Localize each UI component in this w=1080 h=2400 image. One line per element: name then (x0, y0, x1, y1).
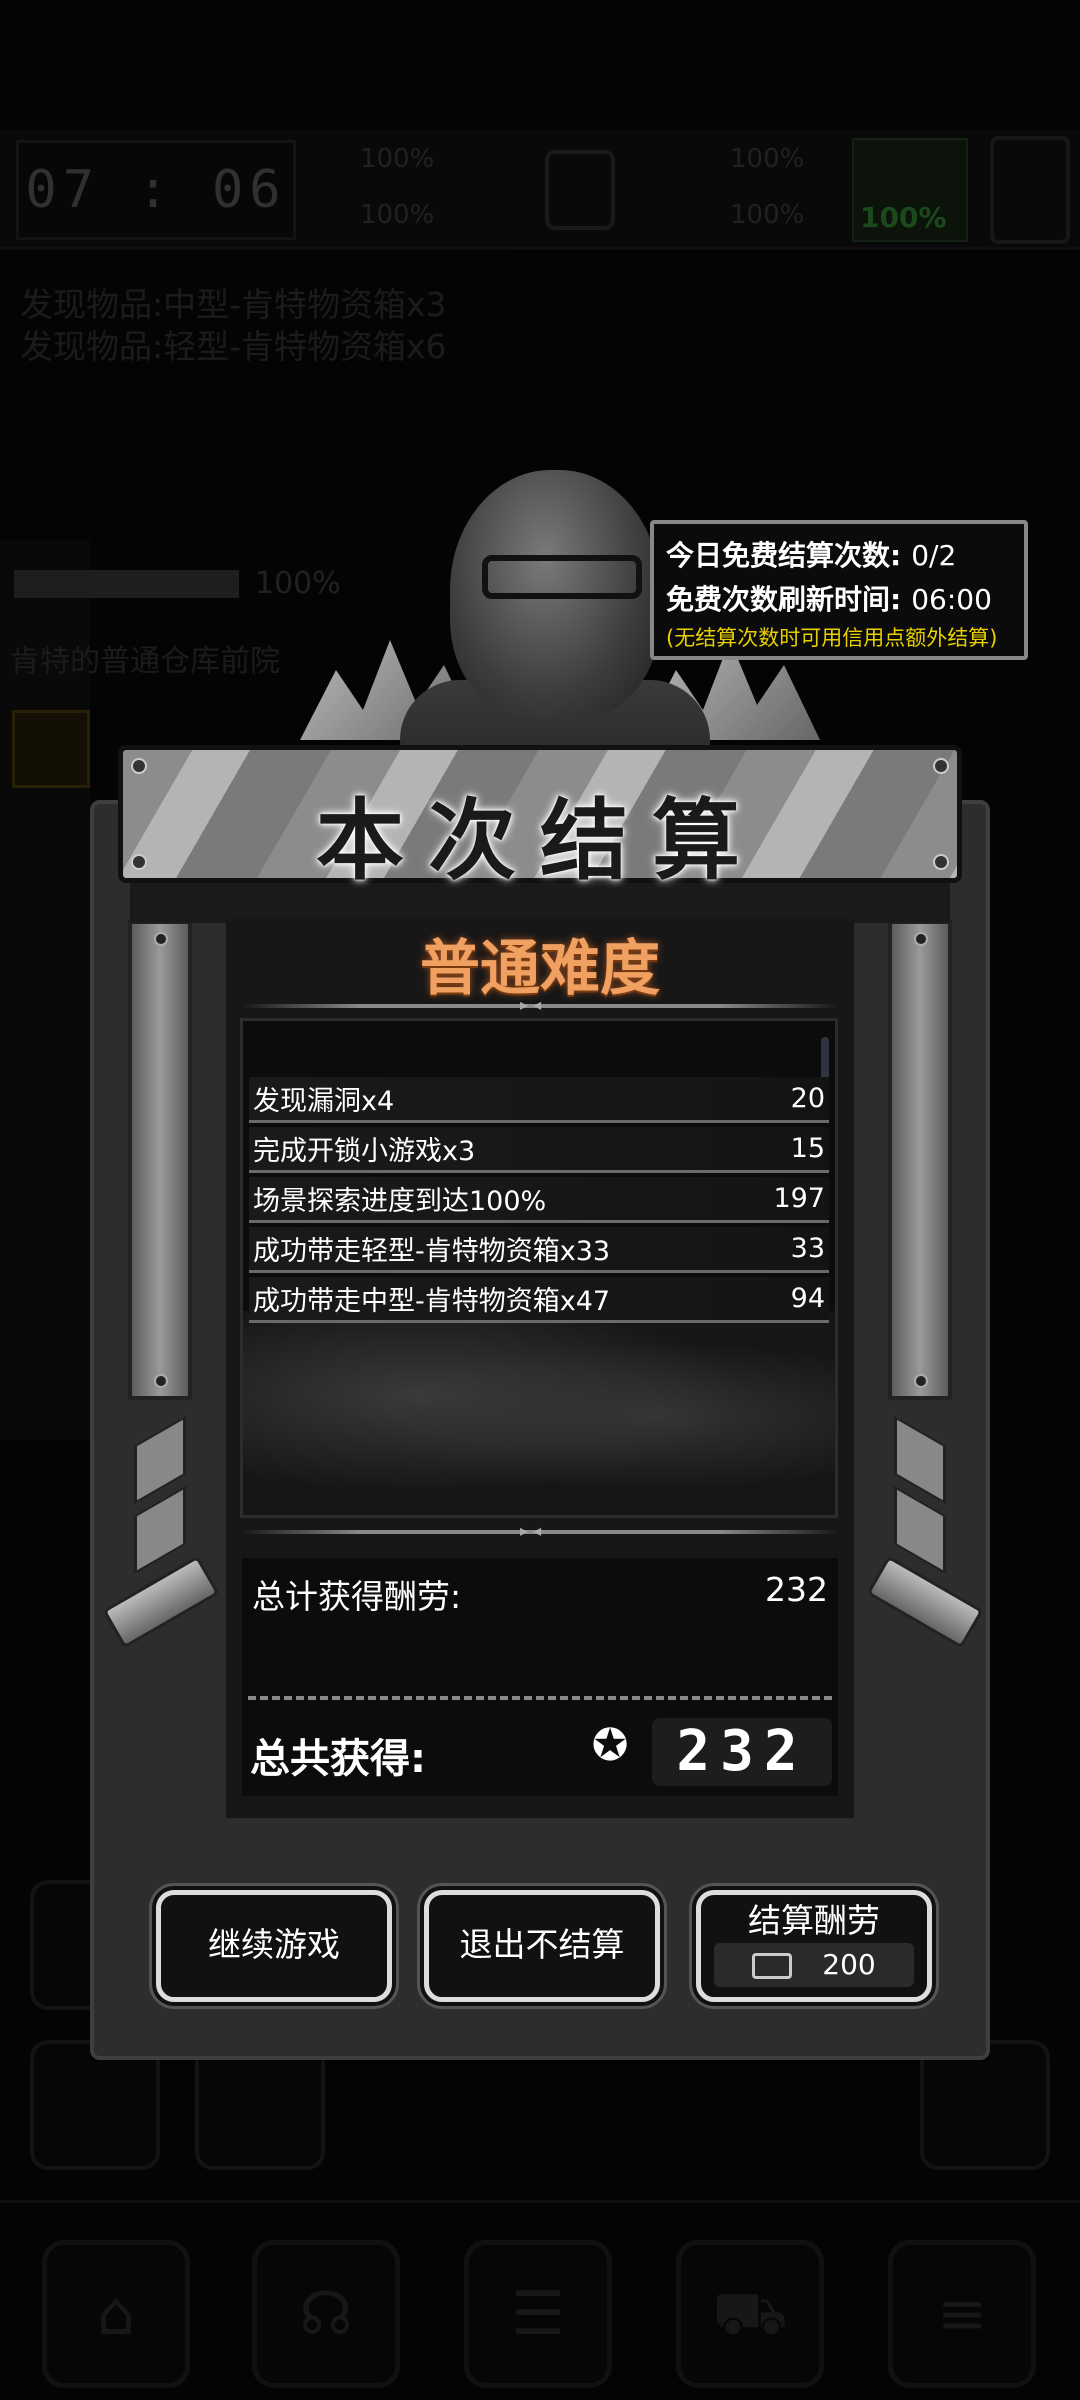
difficulty-label: 普通难度 (420, 934, 660, 1004)
refresh-label: 免费次数刷新时间: (666, 583, 902, 616)
reward-label: 完成开锁小游戏x3 (253, 1136, 476, 1167)
k-emblem-icon: ✪ (591, 1720, 629, 1771)
screw-icon (914, 1374, 928, 1388)
sneak-icon[interactable] (12, 710, 90, 788)
reward-value: 15 (790, 1133, 825, 1164)
total-label: 总计获得酬劳: (252, 1577, 462, 1616)
reward-value: 94 (790, 1283, 825, 1314)
list-item: 成功带走轻型-肯特物资箱x33 33 (249, 1227, 829, 1273)
divider-bottom: ▸ ◂ (242, 1521, 838, 1540)
dashed-divider (248, 1696, 832, 1700)
credit-note: (无结算次数时可用信用点额外结算) (666, 626, 998, 650)
found-item-1: 发现物品:中型-肯特物资箱x3 (20, 285, 447, 324)
total-box: 总计获得酬劳: 232 总共获得: ✪ 232 (242, 1558, 838, 1796)
explore-progress-text: 100% (255, 566, 341, 601)
free-settle-label: 今日免费结算次数: (666, 539, 902, 572)
stat-4: 100% (730, 200, 805, 230)
screw-icon (914, 932, 928, 946)
health-indicator: 100% (852, 138, 968, 242)
settle-reward-button[interactable]: 结算酬劳 200 (696, 1890, 932, 2002)
settle-cost-value: 200 (822, 1948, 876, 1981)
lock-icon (545, 150, 615, 230)
list-menu-icon[interactable]: ≡ (888, 2240, 1036, 2388)
top-status-bar: 07 : 06 100% 100% 100% 100% 100% (0, 130, 1080, 250)
cart-icon[interactable]: ⛟ (676, 2240, 824, 2388)
reward-label: 发现漏洞x4 (253, 1086, 395, 1117)
free-settle-info: 今日免费结算次数: 0/2 免费次数刷新时间: 06:00 (无结算次数时可用信用点… (650, 520, 1028, 660)
reward-label: 成功带走轻型-肯特物资箱x33 (253, 1236, 611, 1267)
list-item: 成功带走中型-肯特物资箱x47 94 (249, 1277, 829, 1323)
divider-top: ▸ ◂ (242, 995, 838, 1014)
grand-total-value: 232 (652, 1718, 832, 1786)
settle-cost: 200 (714, 1943, 914, 1987)
stat-1: 100% (360, 144, 435, 174)
exit-no-settle-label: 退出不结算 (459, 1925, 625, 1964)
title-plate: 本次结算 (118, 745, 962, 892)
health-percent: 100% (860, 201, 947, 234)
notes-icon[interactable]: ☰ (464, 2240, 612, 2388)
list-item: 发现漏洞x4 20 (249, 1077, 829, 1123)
found-item-2: 发现物品:轻型-肯特物资箱x6 (20, 327, 447, 366)
game-clock: 07 : 06 (16, 140, 296, 240)
continue-game-button[interactable]: 继续游戏 (156, 1890, 392, 2002)
explore-progress-bar (14, 570, 239, 598)
reward-value: 33 (790, 1233, 825, 1264)
reward-value: 20 (790, 1083, 825, 1114)
grand-total-label: 总共获得: (250, 1736, 426, 1782)
menu-slot[interactable] (990, 136, 1070, 244)
exit-no-settle-button[interactable]: 退出不结算 (424, 1890, 660, 2002)
backpack-icon[interactable]: ⌂ (42, 2240, 190, 2388)
left-pillar (128, 920, 192, 1400)
scene-artwork (243, 1311, 835, 1515)
reward-list[interactable]: 发现漏洞x4 20 完成开锁小游戏x3 15 场景探索进度到达100% 197 … (240, 1018, 838, 1518)
list-item: 完成开锁小游戏x3 15 (249, 1127, 829, 1173)
list-item: 场景探索进度到达100% 197 (249, 1177, 829, 1223)
screw-icon (154, 1374, 168, 1388)
brain-icon[interactable]: ☊ (252, 2240, 400, 2388)
total-value: 232 (765, 1570, 828, 1609)
stat-2: 100% (360, 200, 435, 230)
stat-3: 100% (730, 144, 805, 174)
right-pillar (888, 920, 952, 1400)
screw-icon (154, 932, 168, 946)
refresh-value: 06:00 (911, 583, 992, 616)
reward-label: 场景探索进度到达100% (253, 1186, 547, 1217)
free-settle-value: 0/2 (911, 539, 957, 572)
continue-game-label: 继续游戏 (208, 1925, 340, 1964)
credit-card-icon (752, 1953, 793, 1979)
reward-value: 197 (773, 1183, 825, 1214)
location-name: 肯特的普通仓库前院 (10, 644, 280, 679)
settle-reward-label: 结算酬劳 (748, 1901, 880, 1940)
settlement-title: 本次结算 (315, 789, 764, 892)
reward-label: 成功带走中型-肯特物资箱x47 (253, 1286, 611, 1317)
glasses-icon (482, 555, 642, 599)
